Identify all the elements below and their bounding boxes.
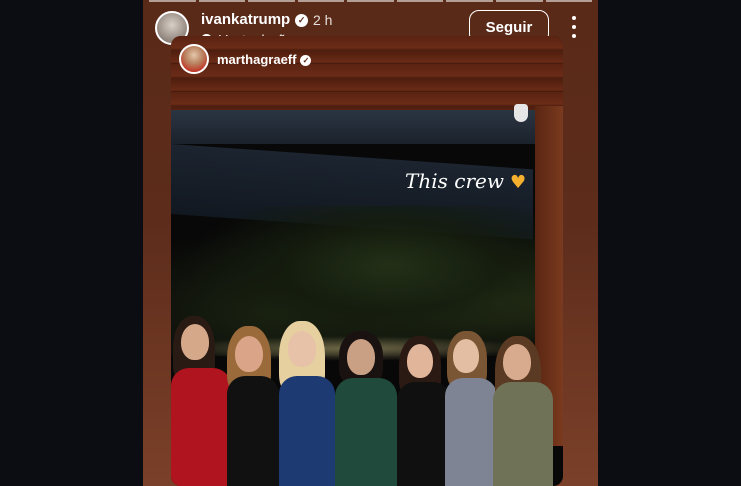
person <box>171 316 231 486</box>
progress-segment <box>297 0 345 2</box>
story-progress-bar <box>149 0 593 2</box>
story-time: 2 h <box>313 12 333 28</box>
progress-segment <box>396 0 444 2</box>
progress-segment <box>198 0 246 2</box>
progress-segment <box>545 0 593 2</box>
progress-segment <box>495 0 543 2</box>
progress-segment <box>149 0 196 2</box>
story-viewer[interactable]: ivankatrump✓ 2 h Ver tradução Seguir mar… <box>143 0 598 486</box>
person <box>331 331 401 486</box>
person <box>489 336 555 486</box>
author-username[interactable]: ivankatrump <box>201 11 290 28</box>
story-photo: marthagraeff ✓ This crew ♥ <box>171 36 563 486</box>
security-camera <box>514 104 528 122</box>
caption-text: This crew <box>405 169 504 193</box>
person <box>223 326 283 486</box>
group-photo-people <box>171 314 563 486</box>
more-options-icon[interactable] <box>567 16 581 38</box>
progress-segment <box>248 0 295 2</box>
heart-hands-icon: ♥ <box>509 172 527 193</box>
verified-badge-icon: ✓ <box>295 14 309 27</box>
person <box>275 321 337 486</box>
story-author[interactable]: ivankatrump ✓ <box>201 11 309 28</box>
mention-avatar-icon[interactable] <box>179 44 209 74</box>
ceiling-beam <box>171 110 563 144</box>
progress-segment <box>446 0 493 2</box>
mention-username[interactable]: marthagraeff <box>217 52 296 67</box>
verified-badge-icon: ✓ <box>300 54 312 66</box>
mention-sticker[interactable]: marthagraeff ✓ <box>179 44 312 74</box>
story-caption: This crew ♥ <box>405 169 526 193</box>
progress-segment <box>347 0 394 2</box>
